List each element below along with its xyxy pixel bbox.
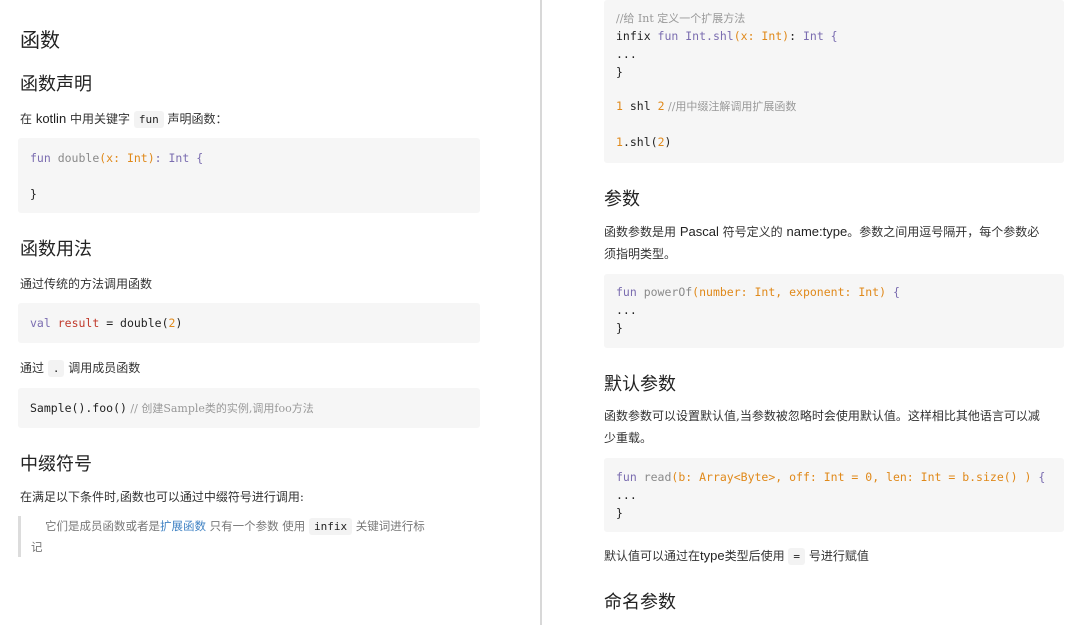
section-heading-named: 命名参数 xyxy=(604,592,676,613)
code-line: infix fun Int.shl(x: Int): Int { xyxy=(616,29,838,43)
code-line: ... xyxy=(616,303,637,317)
section-heading-usage: 函数用法 xyxy=(20,239,92,260)
left-page: 函数 函数声明 在 kotlin 中用关键字 fun 声明函数： fun dou… xyxy=(0,0,538,625)
code-line: 1.shl(2) xyxy=(616,135,672,149)
right-page: //给 Int 定义一个扩展方法 infix fun Int.shl(x: In… xyxy=(544,0,1080,625)
section-heading-params: 参数 xyxy=(604,189,640,210)
infix-text: 在满足以下条件时,函数也可以通过中缀符号进行调用: xyxy=(20,490,304,504)
inline-code-fun: fun xyxy=(133,111,164,128)
code-block-member-call: Sample().foo() // 创建Sample类的实例,调用foo方法 xyxy=(18,388,480,428)
page-title: 函数 xyxy=(20,28,60,52)
code-line: 1 shl 2 //用中缀注解调用扩展函数 xyxy=(616,99,797,113)
params-text: 函数参数是用 Pascal 符号定义的 name:type。参数之间用逗号隔开，… xyxy=(604,224,1040,261)
defaults-note: 默认值可以通过在type类型后使用 = 号进行赋值 xyxy=(604,548,869,565)
code-block-params: fun powerOf(number: Int, exponent: Int) … xyxy=(604,274,1064,348)
code-block-infix-example: //给 Int 定义一个扩展方法 infix fun Int.shl(x: In… xyxy=(604,0,1064,163)
code-line: } xyxy=(30,187,37,201)
usage-text: 通过传统的方法调用函数 xyxy=(20,277,153,291)
code-line: } xyxy=(616,321,623,335)
section-heading-defaults: 默认参数 xyxy=(604,374,676,395)
code-line: Sample().foo() // 创建Sample类的实例,调用foo方法 xyxy=(30,401,314,415)
section-heading-infix: 中缀符号 xyxy=(20,454,92,475)
defaults-text: 函数参数可以设置默认值,当参数被忽略时会使用默认值。这样相比其他语言可以减 少重… xyxy=(604,409,1040,445)
code-block-declaration: fun double(x: Int): Int { } xyxy=(18,138,480,213)
code-line: //给 Int 定义一个扩展方法 xyxy=(616,12,746,25)
inline-code-infix: infix xyxy=(308,518,353,535)
inline-code-equals: = xyxy=(788,548,806,565)
page-divider xyxy=(540,0,542,625)
code-line: fun read(b: Array<Byte>, off: Int = 0, l… xyxy=(616,470,1046,484)
code-line: ... xyxy=(616,488,637,502)
code-line: val result = double(2) xyxy=(30,316,183,330)
infix-conditions-quote: 它们是成员函数或者是扩展函数 只有一个参数 使用 infix 关键词进行标 记 xyxy=(18,516,491,557)
declaration-text: 在 kotlin 中用关键字 fun 声明函数： xyxy=(20,111,228,128)
member-call-text: 通过 . 调用成员函数 xyxy=(20,360,141,377)
code-line: } xyxy=(616,65,623,79)
inline-code-dot: . xyxy=(47,360,65,377)
section-heading-declaration: 函数声明 xyxy=(20,74,92,95)
code-block-defaults: fun read(b: Array<Byte>, off: Int = 0, l… xyxy=(604,458,1064,532)
code-line: } xyxy=(616,506,623,520)
code-line: ... xyxy=(616,47,637,61)
code-line: fun powerOf(number: Int, exponent: Int) … xyxy=(616,285,900,299)
code-line: fun double(x: Int): Int { xyxy=(30,151,204,165)
code-block-usage: val result = double(2) xyxy=(18,303,480,343)
extension-function-link[interactable]: 扩展函数 xyxy=(160,519,206,533)
